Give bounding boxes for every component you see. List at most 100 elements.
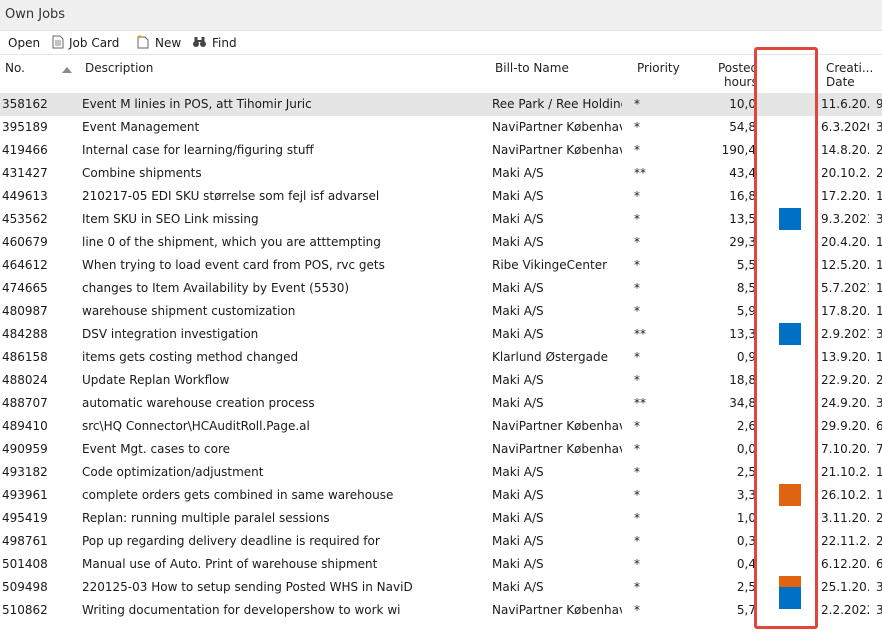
posted-hours-value: 43,4 (729, 166, 756, 180)
table-row[interactable]: 490959 Event Mgt. cases to core NaviPartne… (0, 438, 882, 461)
table-row[interactable]: 486158 items gets costing method changed K… (0, 346, 882, 369)
action-toolbar: Open Job Card New Find (0, 30, 882, 55)
priority-value: * (634, 189, 640, 203)
table-row[interactable]: 488024 Update Replan Workflow Maki A/S * 18,… (0, 369, 882, 392)
job-description: Internal case for learning/figuring stuf… (82, 143, 314, 157)
truncated-column-value: 9 (876, 97, 882, 111)
creation-date-value: 20.10.2.. (821, 166, 869, 180)
table-row[interactable]: 510862 Writing documentation for develope… (0, 587, 882, 622)
table-row[interactable]: 453562 Item SKU in SEO Link missing Maki A… (0, 208, 882, 231)
job-number: 449613 (2, 189, 48, 203)
sort-ascending-icon[interactable] (62, 67, 72, 73)
posted-hours-value: 2,6 (736, 419, 756, 433)
creation-date-value: 12.5.20.. (821, 258, 869, 272)
bill-to-name: Maki A/S (492, 327, 544, 341)
truncated-column-value: 1 (876, 350, 882, 364)
posted-hours-value: 5,9 (736, 304, 756, 318)
job-description: Event Mgt. cases to core (82, 442, 231, 456)
new-label: New (155, 36, 182, 50)
priority-value: * (634, 488, 640, 502)
bill-to-name: Maki A/S (492, 534, 544, 548)
open-button[interactable]: Open (8, 34, 40, 52)
table-row[interactable]: 509498 220125-03 How to setup sending Pos… (0, 576, 882, 599)
job-number: 510862 (2, 603, 48, 617)
bill-to-name: Maki A/S (492, 580, 544, 594)
job-number: 488024 (2, 373, 48, 387)
creation-date-value: 29.9.20.. (821, 419, 869, 433)
window-title: Own Jobs (5, 7, 66, 22)
creation-date-value: 3.11.20.. (821, 511, 869, 525)
job-description: src\HQ Connector\HCAuditRoll.Page.al (82, 419, 310, 433)
priority-value: * (634, 534, 640, 548)
find-label: Find (212, 36, 237, 50)
job-description: DSV integration investigation (82, 327, 259, 341)
table-row[interactable]: 495419 Replan: running multiple paralel s… (0, 507, 882, 530)
col-creation-date-line1[interactable]: Creati... (826, 61, 873, 75)
col-posted-hours-line1[interactable]: Posted (718, 61, 758, 75)
truncated-column-value: 2 (876, 534, 882, 548)
job-number: 431427 (2, 166, 48, 180)
posted-hours-value: 0,3 (736, 534, 756, 548)
priority-value: * (634, 97, 640, 111)
posted-hours-value: 18,8 (729, 373, 756, 387)
table-row[interactable]: 501408 Manual use of Auto. Print of wareh… (0, 553, 882, 576)
table-row[interactable]: 498761 Pop up regarding delivery deadline… (0, 530, 882, 553)
priority-value: * (634, 373, 640, 387)
open-label: Open (8, 36, 41, 50)
table-row[interactable]: 460679 line 0 of the shipment, which you … (0, 231, 882, 254)
bill-to-name: Maki A/S (492, 212, 544, 226)
truncated-column-value: 2 (876, 511, 882, 525)
table-row[interactable]: 488707 automatic warehouse creation proce… (0, 392, 882, 415)
col-description[interactable]: Description (85, 61, 153, 75)
job-card-label: Job Card (69, 36, 120, 50)
table-row[interactable]: 489410 src\HQ Connector\HCAuditRoll.Page.… (0, 415, 882, 438)
bill-to-name: Maki A/S (492, 396, 544, 410)
truncated-column-value: 2 (876, 143, 882, 157)
job-description: items gets costing method changed (82, 350, 299, 364)
table-row[interactable]: 464612 When trying to load event card fro… (0, 254, 882, 277)
priority-value: ** (634, 396, 646, 410)
col-creation-date-line2[interactable]: Date (826, 75, 855, 89)
col-bill-to-name[interactable]: Bill-to Name (495, 61, 569, 75)
job-number: 488707 (2, 396, 48, 410)
table-row[interactable]: 480987 warehouse shipment customization Ma… (0, 300, 882, 323)
binoculars-icon (192, 36, 207, 51)
table-row[interactable]: 419466 Internal case for learning/figurin… (0, 139, 882, 162)
job-card-button[interactable]: Job Card (52, 34, 119, 52)
truncated-column-value: 1 (876, 258, 882, 272)
priority-value: * (634, 143, 640, 157)
table-row[interactable]: 493961 complete orders gets combined in s… (0, 484, 882, 507)
truncated-column-value: 7 (876, 442, 882, 456)
find-button[interactable]: Find (192, 34, 237, 52)
priority-value: * (634, 465, 640, 479)
job-number: 495419 (2, 511, 48, 525)
table-row[interactable]: 395189 Event Management NaviPartner Københ… (0, 116, 882, 139)
truncated-column-value: 2 (876, 373, 882, 387)
priority-value: * (634, 235, 640, 249)
creation-date-value: 20.4.20.. (821, 235, 869, 249)
creation-date-value: 17.8.20.. (821, 304, 869, 318)
new-button[interactable]: New (136, 34, 181, 52)
creation-date-value: 2.9.2021. (821, 327, 869, 341)
job-number: 419466 (2, 143, 48, 157)
table-row[interactable]: 431427 Combine shipments Maki A/S ** 43,4 20.… (0, 162, 882, 185)
table-row[interactable]: 358162 Event M linies in POS, att Tihomir… (0, 93, 882, 116)
col-no[interactable]: No. (5, 61, 25, 75)
color-indicator (779, 484, 801, 506)
posted-hours-value: 0,0 (736, 442, 756, 456)
creation-date-value: 25.1.20.. (821, 580, 869, 594)
table-row[interactable]: 484288 DSV integration investigation Maki … (0, 323, 882, 346)
creation-date-value: 22.11.2.. (821, 534, 869, 548)
priority-value: * (634, 557, 640, 571)
col-priority[interactable]: Priority (637, 61, 680, 75)
table-row[interactable]: 493182 Code optimization/adjustment Maki A… (0, 461, 882, 484)
truncated-column-value: 6 (876, 419, 882, 433)
col-posted-hours-line2[interactable]: hours (724, 75, 758, 89)
truncated-column-value: 1 (876, 488, 882, 502)
table-row[interactable]: 449613 210217-05 EDI SKU størrelse som fe… (0, 185, 882, 208)
job-number: 453562 (2, 212, 48, 226)
bill-to-name: NaviPartner København (492, 120, 622, 134)
table-row[interactable]: 474665 changes to Item Availability by Ev… (0, 277, 882, 300)
priority-value: ** (634, 327, 646, 341)
truncated-column-value: 1 (876, 235, 882, 249)
